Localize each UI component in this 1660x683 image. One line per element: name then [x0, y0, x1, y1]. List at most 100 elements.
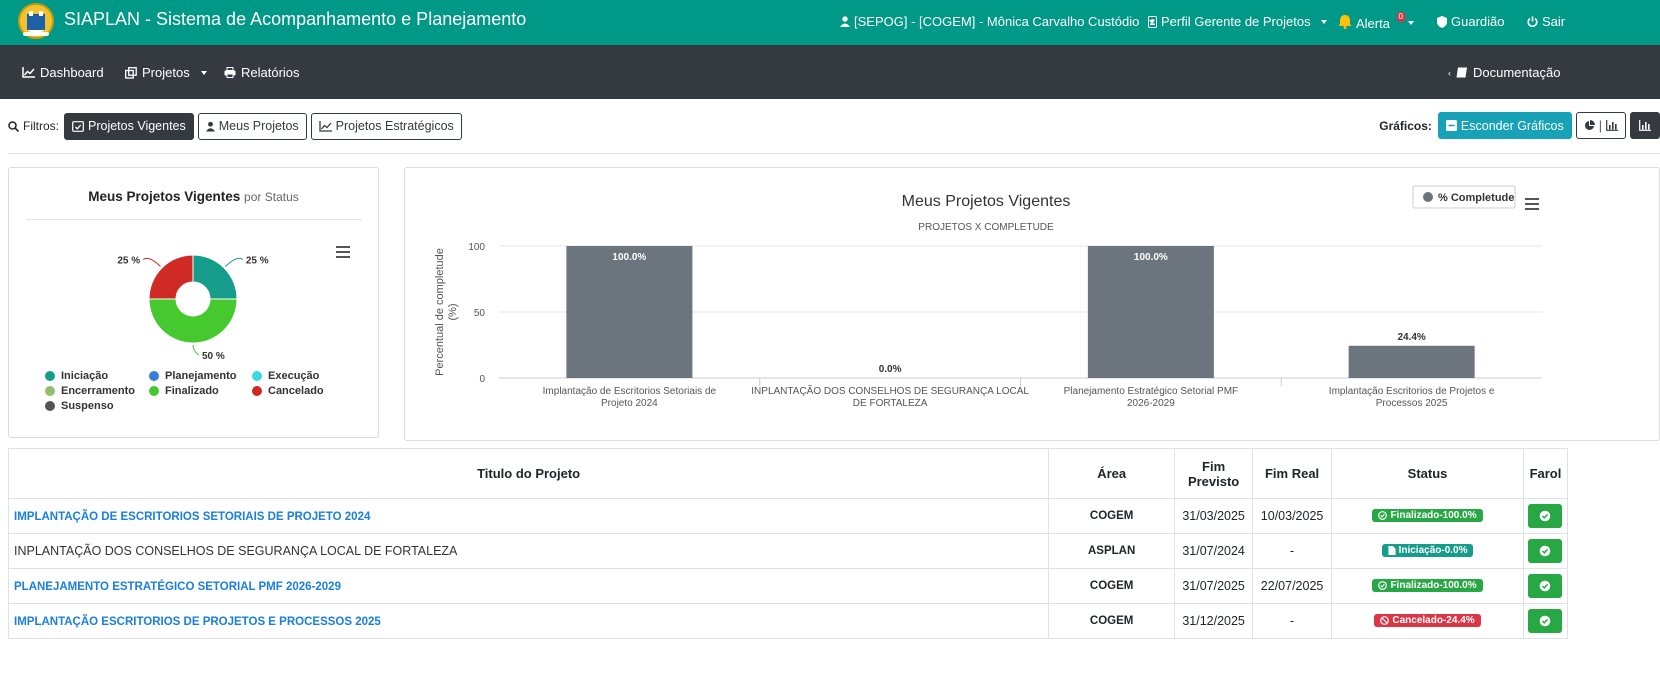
projects-table: Titulo do Projeto Área Fim Previsto Fim …: [7, 448, 1569, 639]
legend-item-suspenso[interactable]: Suspenso: [45, 400, 114, 412]
pie-slice-finalizado: [148, 298, 238, 344]
project-title-link[interactable]: IMPLANTAÇÃO ESCRITORIOS DE PROJETOS E PR…: [14, 616, 381, 628]
legend-item-execução[interactable]: Execução: [252, 370, 319, 382]
nav-reports[interactable]: Relatórios: [224, 65, 300, 80]
filter-strategic-projects-label: Projetos Estratégicos: [335, 119, 454, 133]
nav-projects[interactable]: Projetos: [125, 65, 207, 80]
guardian-link[interactable]: Guardião: [1437, 14, 1504, 29]
completeness-bar-card: Meus Projetos Vigentes PROJETOS X COMPLET…: [404, 167, 1660, 441]
table-row: IMPLANTAÇÃO DE ESCRITORIOS SETORIAIS DE …: [7, 498, 1569, 534]
status-badge-label: Iniciação-0.0%: [1398, 545, 1468, 556]
status-badge-label: Finalizado-100.0%: [1390, 580, 1477, 591]
status-pie-chart: 25 % 50 % 25 %: [117, 254, 269, 362]
alert-label: Alerta: [1356, 15, 1390, 31]
area-cell: COGEM: [1048, 603, 1176, 639]
project-title-link[interactable]: INPLANTAÇÃO DOS CONSELHOS DE SEGURANÇA L…: [14, 544, 457, 558]
filter-my-projects-button[interactable]: Meus Projetos: [197, 112, 307, 140]
nav-documentation[interactable]: ‹ Documentação: [1448, 65, 1560, 80]
pie-connector: [142, 257, 161, 267]
project-title-cell: IMPLANTAÇÃO DE ESCRITORIOS SETORIAIS DE …: [7, 498, 1050, 534]
y-tick-label: 100: [468, 242, 485, 253]
hide-charts-button[interactable]: Esconder Gráficos: [1437, 112, 1572, 139]
legend-item-finalizado[interactable]: Finalizado: [149, 385, 219, 397]
nav-documentation-label: Documentação: [1473, 65, 1561, 80]
area-cell: ASPLAN: [1048, 533, 1176, 569]
legend-item-planejamento[interactable]: Planejamento: [149, 370, 237, 382]
pie-subtitle: por Status: [244, 190, 299, 204]
project-title-cell: PLANEJAMENTO ESTRATÉGICO SETORIAL PMF 20…: [7, 568, 1050, 604]
nav-projects-label: Projetos: [142, 65, 190, 80]
bar-chart-icon: [1639, 120, 1651, 131]
legend-item-cancelado[interactable]: Cancelado: [252, 385, 324, 397]
printer-icon: [224, 67, 236, 78]
status-badge: Finalizado-100.0%: [1372, 579, 1483, 592]
x-tick-label-line: Planejamento Estratégico Setorial PMF: [1064, 386, 1239, 397]
check-circle-icon: [1540, 545, 1551, 557]
logout-label: Sair: [1542, 14, 1566, 29]
legend-label: Iniciação: [61, 370, 109, 382]
status-light-button[interactable]: [1528, 539, 1563, 563]
charts-controls: Gráficos: Esconder Gráficos |: [1379, 112, 1660, 139]
line-chart-icon: [319, 120, 332, 132]
app-title: SIAPLAN - Sistema de Acompanhamento e Pl…: [64, 9, 527, 29]
legend-item-iniciação[interactable]: Iniciação: [45, 370, 108, 382]
legend-label: % Completude: [1438, 192, 1514, 204]
legend-item-encerramento[interactable]: Encerramento: [45, 385, 135, 397]
city-crest-logo: [18, 3, 54, 39]
completeness-bar-chart: Meus Projetos Vigentes PROJETOS X COMPLET…: [434, 185, 1542, 409]
area-cell: COGEM: [1048, 568, 1176, 604]
planned-end-cell: 31/07/2025: [1174, 568, 1254, 604]
x-tick-label-line: DE FORTALEZA: [853, 398, 928, 409]
project-title-link[interactable]: IMPLANTAÇÃO DE ESCRITORIOS SETORIAIS DE …: [14, 511, 370, 523]
pie-connector: [225, 257, 244, 267]
status-badge-label: Cancelado-24.4%: [1392, 615, 1475, 626]
user-menu[interactable]: [SEPOG] - [COGEM] - Mônica Carvalho Cust…: [840, 14, 1156, 29]
legend-label: Planejamento: [165, 370, 237, 382]
bar-chart-button[interactable]: [1630, 112, 1660, 139]
x-tick-label-line: 2026-2029: [1127, 398, 1175, 409]
col-planned-end-header: Fim Previsto: [1174, 448, 1254, 499]
bar-chart-subtitle: PROJETOS X COMPLETUDE: [918, 222, 1054, 233]
status-light-button[interactable]: [1528, 504, 1563, 528]
filters-bar: Filtros: Projetos Vigentes Meus Projetos…: [8, 112, 462, 140]
x-tick-label-line: Implantação Escritorios de Projetos e: [1329, 386, 1495, 397]
profile-menu[interactable]: Perfil Gerente de Projetos: [1148, 14, 1327, 29]
y-axis-label-line: Percentual de completude: [434, 248, 446, 376]
legend-marker: [252, 371, 262, 381]
bar-data-label: 100.0%: [1134, 252, 1168, 263]
chevron-down-icon: [200, 70, 207, 75]
user-icon: [840, 16, 850, 27]
x-tick-label-line: Projeto 2024: [601, 398, 658, 409]
filter-current-projects-button[interactable]: Projetos Vigentes: [64, 112, 194, 140]
table-header-row: Titulo do Projeto Área Fim Previsto Fim …: [7, 448, 1569, 499]
projects-icon: [125, 66, 137, 79]
planned-end-cell: 31/03/2025: [1174, 498, 1254, 534]
planned-end-cell: 31/07/2024: [1174, 533, 1254, 569]
bar: [566, 246, 693, 378]
profile-menu-label: Perfil Gerente de Projetos: [1161, 14, 1311, 29]
legend-marker: [45, 386, 55, 396]
user-menu-label: [SEPOG] - [COGEM] - Mônica Carvalho Cust…: [854, 14, 1140, 29]
logout-link[interactable]: Sair: [1527, 14, 1565, 29]
col-real-end-header: Fim Real: [1252, 448, 1333, 499]
pie-card-title: Meus Projetos Vigentes por Status: [9, 189, 378, 204]
x-tick-label: Implantação de Escritorios Setoriais de P…: [543, 386, 717, 409]
main-navbar: Dashboard Projetos Relatórios ‹ Document…: [0, 45, 1660, 99]
file-icon: [1387, 546, 1396, 555]
id-badge-icon: [1148, 15, 1157, 28]
light-cell: [1522, 498, 1569, 534]
project-title-link[interactable]: PLANEJAMENTO ESTRATÉGICO SETORIAL PMF 20…: [14, 581, 341, 593]
check-circle-icon: [1378, 581, 1388, 590]
pie-bar-toggle-button[interactable]: |: [1575, 112, 1626, 139]
light-cell: [1522, 533, 1569, 569]
chevron-left-icon: ‹: [1448, 67, 1451, 78]
alert-menu[interactable]: Alerta 0: [1338, 11, 1414, 32]
status-badge: Finalizado-100.0%: [1372, 509, 1483, 522]
bar: [1087, 246, 1214, 378]
status-light-button[interactable]: [1528, 574, 1563, 598]
bar-chart-title: Meus Projetos Vigentes: [902, 193, 1071, 210]
ban-icon: [1380, 616, 1390, 625]
status-light-button[interactable]: [1528, 609, 1563, 633]
nav-dashboard[interactable]: Dashboard: [22, 65, 104, 80]
filter-strategic-projects-button[interactable]: Projetos Estratégicos: [310, 112, 462, 140]
